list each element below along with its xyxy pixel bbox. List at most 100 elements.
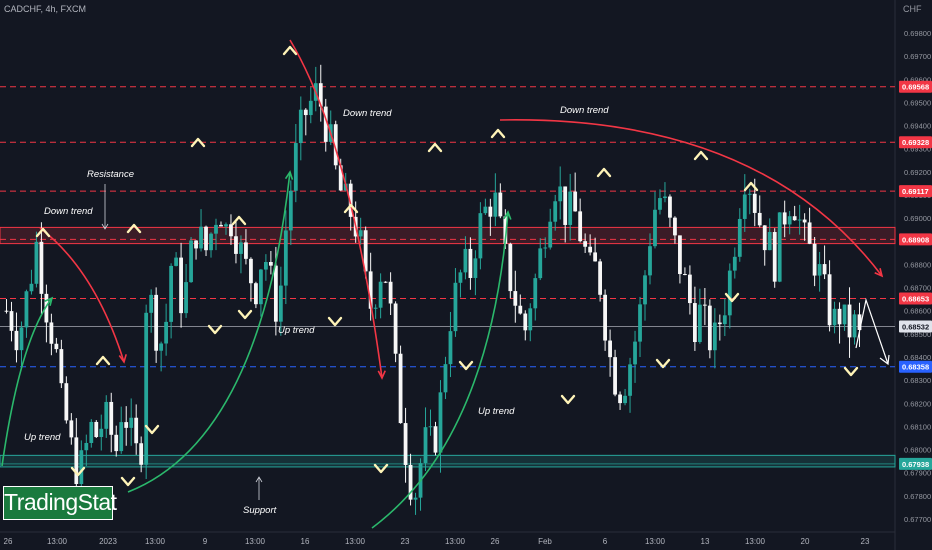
annotation-label: Down trend: [343, 108, 392, 119]
time-tick-label: 13:00: [345, 537, 366, 546]
candle-body: [842, 304, 847, 325]
candle-body: [488, 206, 493, 217]
candle-body: [528, 308, 533, 331]
candle-body: [453, 282, 458, 332]
candle-body: [393, 303, 398, 354]
price-tick-label: 0.68700: [904, 284, 931, 293]
candle-body: [94, 421, 99, 438]
candle-body: [508, 243, 513, 292]
candle-body: [169, 265, 174, 322]
candle-body: [473, 258, 478, 278]
candle-body: [293, 143, 298, 191]
candle-body: [782, 212, 787, 225]
symbol-label: CADCHF, 4h, FXCM: [4, 4, 87, 14]
candle-body: [583, 241, 588, 247]
candle-body: [104, 401, 109, 429]
projection-arrow-head: [879, 354, 890, 366]
time-tick-label: 13:00: [445, 537, 466, 546]
candle-body: [762, 225, 767, 251]
price-tick-label: 0.68000: [904, 446, 931, 455]
swing-high-marker: [95, 355, 111, 366]
price-tag-label: 0.69568: [902, 83, 929, 92]
candle-body: [688, 274, 692, 304]
price-tick-label: 0.68400: [904, 353, 931, 362]
candle-body: [558, 186, 563, 202]
price-tag-label: 0.68908: [902, 235, 929, 244]
candle-body: [149, 294, 154, 313]
candle-body: [822, 264, 827, 275]
candle-body: [49, 322, 54, 344]
chart-container: 0.69800 0.69700 0.69600 0.69500 0.69400 0.693…: [0, 0, 932, 550]
time-tick-label: 13:00: [245, 537, 266, 546]
candle-body: [712, 322, 717, 351]
candle-body: [722, 315, 727, 325]
candle-body: [84, 442, 89, 451]
candle-body: [653, 209, 657, 247]
time-tick-label: 6: [603, 537, 608, 546]
candle-body: [239, 242, 243, 254]
candle-body: [852, 314, 857, 338]
candle-body: [9, 311, 14, 331]
candle-body: [802, 219, 807, 223]
price-tick-label: 0.67700: [904, 515, 931, 524]
candle-body: [707, 305, 712, 351]
candle-body: [732, 256, 737, 271]
candle-body: [513, 291, 518, 306]
candle-body: [219, 224, 223, 227]
candle-body: [144, 312, 149, 465]
candle-body: [273, 265, 278, 322]
candle-body: [54, 343, 59, 350]
candle-body: [433, 426, 438, 453]
candle-body: [69, 420, 74, 438]
annotation-label: Up trend: [278, 325, 315, 336]
candle-body: [638, 304, 642, 342]
candle-body: [692, 303, 697, 343]
annotation-label: Support: [243, 505, 277, 516]
candle-body: [249, 258, 253, 284]
candle-body: [697, 304, 702, 343]
swing-low-marker: [560, 394, 576, 405]
candle-body: [548, 221, 553, 248]
candle-body: [278, 285, 283, 322]
annotation-label: Up trend: [478, 406, 515, 417]
swing-low-marker: [458, 360, 474, 371]
price-tick-label: 0.69700: [904, 52, 931, 61]
candle-body: [438, 392, 443, 453]
price-tag-label: 0.68653: [902, 294, 929, 303]
candle-body: [59, 349, 64, 384]
swing-high-marker: [231, 215, 247, 226]
candle-body: [498, 192, 503, 217]
candle-body: [563, 186, 568, 225]
candle-body: [39, 241, 44, 294]
candle-body: [174, 257, 178, 266]
time-tick-label: 13:00: [645, 537, 666, 546]
candle-body: [623, 395, 627, 404]
candle-body: [89, 421, 94, 443]
price-tag: 0.68908: [899, 233, 932, 246]
candle-body: [588, 246, 593, 253]
candle-body: [478, 213, 483, 259]
time-tick-label: 2023: [99, 537, 117, 546]
candle-body: [543, 247, 548, 249]
candle-body: [458, 272, 463, 283]
time-tick-label: 13: [701, 537, 710, 546]
candles-group: [4, 64, 862, 515]
candle-body: [757, 212, 762, 226]
candle-body: [209, 233, 213, 251]
candle-body: [658, 198, 662, 210]
candle-body: [64, 383, 69, 421]
price-tag-label: 0.67938: [902, 460, 929, 469]
price-tick-label: 0.68600: [904, 307, 931, 316]
candle-body: [643, 275, 647, 305]
zone-support: [0, 454, 896, 468]
candlestick-chart: 0.698000.697000.696000.695000.694000.693…: [0, 0, 932, 550]
candle-body: [742, 194, 747, 219]
candle-body: [383, 281, 388, 283]
annotation-label: Up trend: [24, 432, 61, 443]
swing-high-marker: [596, 167, 612, 178]
candle-body: [483, 206, 488, 214]
candle-body: [29, 283, 34, 292]
annotation-label: Down trend: [44, 206, 93, 217]
swing-high-marker: [693, 150, 709, 161]
candle-body: [648, 246, 652, 276]
